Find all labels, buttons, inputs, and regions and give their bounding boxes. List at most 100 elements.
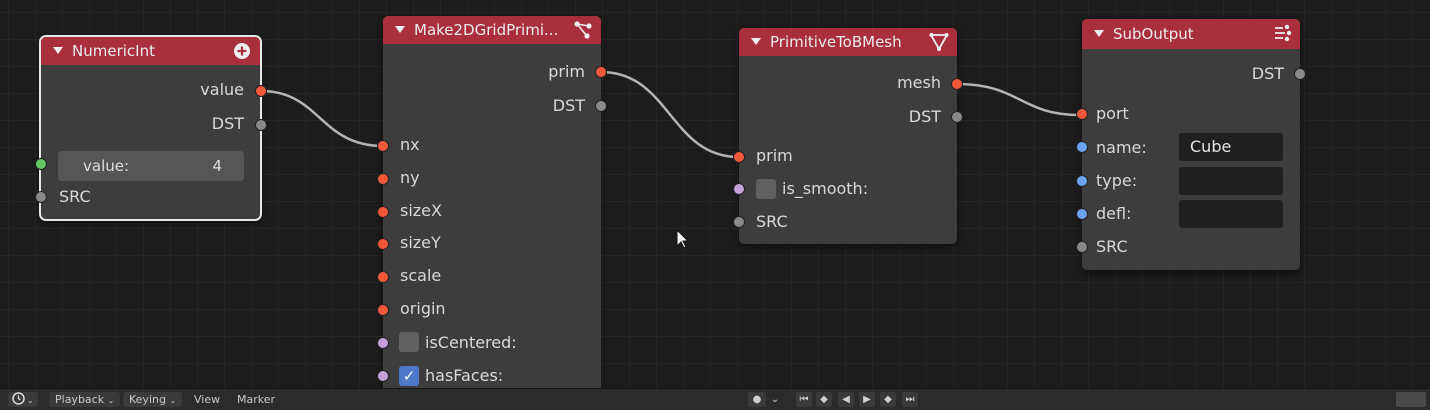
- type-field[interactable]: [1179, 167, 1283, 195]
- view-menu[interactable]: View: [188, 392, 226, 407]
- input-socket[interactable]: [377, 304, 389, 316]
- timeline-header: ⌄ Playback ⌄ Keying ⌄ View Marker ● ⌄ ⏮ …: [0, 388, 1430, 410]
- input-label: SRC: [59, 187, 91, 206]
- value-number-field[interactable]: value: 4: [58, 151, 244, 181]
- input-label: port: [1096, 104, 1129, 123]
- link-mesh-to-port: [956, 82, 1081, 117]
- input-socket[interactable]: [1076, 108, 1088, 120]
- output-label: DST: [908, 107, 941, 126]
- prev-keyframe-icon[interactable]: ◆: [816, 392, 832, 407]
- input-socket[interactable]: [1076, 208, 1088, 220]
- input-label: prim: [756, 146, 793, 165]
- defl-field[interactable]: [1179, 200, 1283, 228]
- checkbox-label: isCentered:: [425, 333, 517, 352]
- output-label: DST: [1251, 64, 1284, 83]
- marker-menu[interactable]: Marker: [231, 392, 281, 407]
- input-socket[interactable]: [377, 173, 389, 185]
- graph-nodes-icon: [574, 21, 592, 39]
- output-socket[interactable]: [595, 66, 607, 78]
- input-socket[interactable]: [377, 337, 389, 349]
- editor-type-dropdown[interactable]: ⌄: [8, 392, 38, 407]
- field-value: 4: [212, 157, 222, 175]
- play-reverse-icon[interactable]: ◀: [838, 392, 854, 407]
- node-editor-canvas[interactable]: NumericInt value DST value: 4 SRC Make2D…: [0, 0, 1430, 388]
- node-numeric-int[interactable]: NumericInt value DST value: 4 SRC: [35, 35, 267, 221]
- input-socket[interactable]: [733, 151, 745, 163]
- node-sub-output[interactable]: SubOutput DST port name: Cube type: defl…: [1076, 19, 1306, 270]
- name-field[interactable]: Cube: [1179, 133, 1283, 161]
- output-label: DST: [211, 114, 244, 133]
- input-label: origin: [400, 299, 446, 318]
- funnel-mesh-icon: [929, 33, 949, 51]
- output-label: value: [200, 80, 244, 99]
- chevron-down-icon: ⌄: [770, 394, 780, 405]
- node-title: SubOutput: [1113, 25, 1194, 43]
- input-socket[interactable]: [377, 206, 389, 218]
- node-title: NumericInt: [72, 42, 155, 60]
- input-socket[interactable]: [1076, 175, 1088, 187]
- input-socket[interactable]: [733, 183, 745, 195]
- menu-label: Keying: [129, 393, 166, 406]
- timeline-corner-widget[interactable]: [1396, 392, 1426, 407]
- chevron-down-icon: ⌄: [107, 396, 115, 405]
- node-title: Make2DGridPrimi...: [414, 21, 559, 39]
- keying-menu[interactable]: Keying ⌄: [123, 392, 183, 407]
- record-button[interactable]: ●: [748, 392, 766, 407]
- has-faces-checkbox[interactable]: ✓: [399, 366, 419, 386]
- input-socket[interactable]: [377, 370, 389, 382]
- output-socket[interactable]: [951, 111, 963, 123]
- node-header[interactable]: SubOutput: [1082, 19, 1300, 49]
- node-make-2d-grid[interactable]: Make2DGridPrimi... prim DST nx ny sizeX …: [377, 16, 607, 388]
- input-socket[interactable]: [1076, 141, 1088, 153]
- chevron-down-icon: ⌄: [169, 396, 177, 405]
- link-prim-to-prim: [600, 70, 740, 159]
- collapse-triangle-icon[interactable]: [395, 26, 405, 33]
- node-primitive-to-bmesh[interactable]: PrimitiveToBMesh mesh DST prim is_smooth…: [733, 28, 963, 244]
- input-socket[interactable]: [35, 191, 47, 203]
- input-label: sizeY: [400, 233, 441, 252]
- is-centered-checkbox[interactable]: [399, 332, 419, 352]
- checkbox-label: is_smooth:: [782, 179, 869, 198]
- plus-circle-icon: [234, 43, 250, 59]
- output-socket[interactable]: [951, 78, 963, 90]
- field-socket[interactable]: [35, 158, 47, 170]
- input-label: name:: [1096, 138, 1147, 157]
- input-label: SRC: [756, 212, 788, 231]
- output-socket[interactable]: [595, 100, 607, 112]
- input-label: ny: [400, 168, 420, 187]
- output-label: prim: [548, 62, 585, 81]
- input-socket[interactable]: [377, 238, 389, 250]
- chevron-down-icon: ⌄: [27, 396, 34, 405]
- input-socket[interactable]: [377, 140, 389, 152]
- collapse-triangle-icon[interactable]: [1094, 30, 1104, 37]
- output-label: mesh: [897, 73, 941, 92]
- node-header[interactable]: PrimitiveToBMesh: [739, 28, 957, 56]
- input-label: scale: [400, 266, 442, 285]
- play-icon[interactable]: ▶: [859, 392, 875, 407]
- output-socket[interactable]: [255, 119, 267, 131]
- field-label: value:: [83, 157, 130, 175]
- menu-label: Playback: [55, 393, 105, 406]
- playback-menu[interactable]: Playback ⌄: [49, 392, 121, 407]
- collapse-triangle-icon[interactable]: [751, 38, 761, 45]
- input-socket[interactable]: [1076, 241, 1088, 253]
- jump-end-icon[interactable]: ⏭: [902, 392, 918, 407]
- jump-start-icon[interactable]: ⏮: [796, 392, 812, 407]
- mouse-cursor-icon: [676, 229, 690, 249]
- input-label: nx: [400, 135, 420, 154]
- node-header[interactable]: NumericInt: [41, 37, 260, 65]
- is-smooth-checkbox[interactable]: [756, 179, 776, 199]
- output-socket[interactable]: [255, 85, 267, 97]
- output-socket[interactable]: [1294, 68, 1306, 80]
- node-header[interactable]: Make2DGridPrimi...: [383, 16, 601, 44]
- input-socket[interactable]: [377, 271, 389, 283]
- input-label: type:: [1096, 171, 1138, 190]
- output-label: DST: [552, 96, 585, 115]
- next-keyframe-icon[interactable]: ◆: [880, 392, 896, 407]
- clock-icon: [12, 392, 25, 405]
- node-title: PrimitiveToBMesh: [770, 33, 902, 51]
- input-socket[interactable]: [733, 216, 745, 228]
- collapse-triangle-icon[interactable]: [53, 47, 63, 54]
- input-label: sizeX: [400, 201, 442, 220]
- auto-key-dropdown[interactable]: ⌄: [768, 392, 782, 407]
